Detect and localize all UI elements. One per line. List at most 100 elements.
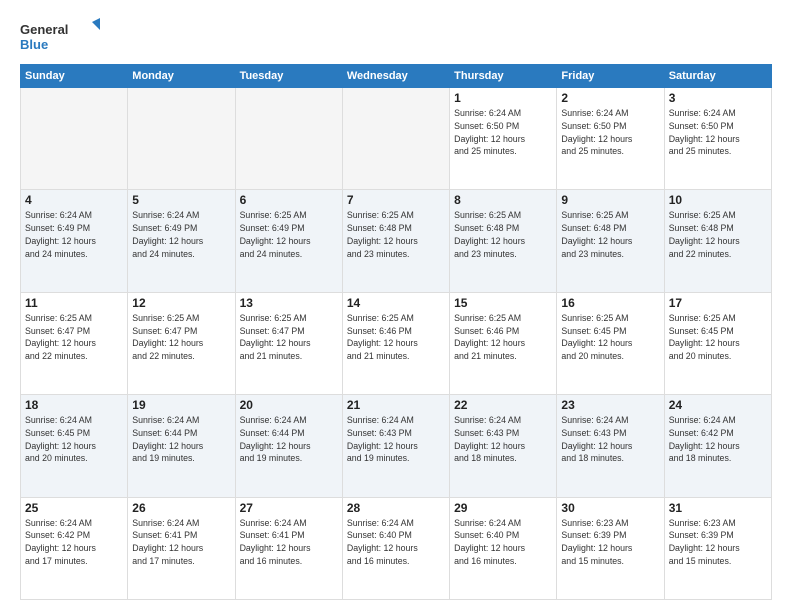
calendar-header-cell: Tuesday [235,65,342,88]
calendar-cell [128,88,235,190]
calendar-cell: 23 Sunrise: 6:24 AMSunset: 6:43 PMDayligh… [557,395,664,497]
day-info: Sunrise: 6:25 AMSunset: 6:48 PMDaylight:… [669,209,767,260]
day-info: Sunrise: 6:25 AMSunset: 6:49 PMDaylight:… [240,209,338,260]
day-number: 6 [240,193,338,207]
day-number: 26 [132,501,230,515]
logo: General Blue [20,18,100,56]
day-number: 12 [132,296,230,310]
day-info: Sunrise: 6:25 AMSunset: 6:46 PMDaylight:… [347,312,445,363]
calendar-row: 25Sunrise: 6:24 AMSunset: 6:42 PMDayligh… [21,497,772,599]
calendar-cell: 9 Sunrise: 6:25 AMSunset: 6:48 PMDaylight… [557,190,664,292]
calendar-cell: 24 Sunrise: 6:24 AMSunset: 6:42 PMDayligh… [664,395,771,497]
day-number: 4 [25,193,123,207]
day-info: Sunrise: 6:25 AMSunset: 6:45 PMDaylight:… [669,312,767,363]
calendar-cell: 1Sunrise: 6:24 AMSunset: 6:50 PMDaylight… [450,88,557,190]
calendar-header-row: SundayMondayTuesdayWednesdayThursdayFrid… [21,65,772,88]
calendar-cell: 14 Sunrise: 6:25 AMSunset: 6:46 PMDayligh… [342,292,449,394]
day-info: Sunrise: 6:24 AMSunset: 6:40 PMDaylight:… [347,517,445,568]
calendar-cell [235,88,342,190]
svg-text:General: General [20,22,68,37]
calendar-cell: 13Sunrise: 6:25 AMSunset: 6:47 PMDayligh… [235,292,342,394]
calendar-cell: 19Sunrise: 6:24 AMSunset: 6:44 PMDayligh… [128,395,235,497]
calendar-header-cell: Saturday [664,65,771,88]
day-number: 30 [561,501,659,515]
calendar-header-cell: Thursday [450,65,557,88]
calendar-header-cell: Friday [557,65,664,88]
day-number: 9 [561,193,659,207]
calendar-row: 11Sunrise: 6:25 AMSunset: 6:47 PMDayligh… [21,292,772,394]
day-number: 20 [240,398,338,412]
calendar-cell: 2 Sunrise: 6:24 AMSunset: 6:50 PMDaylight… [557,88,664,190]
calendar-cell: 16 Sunrise: 6:25 AMSunset: 6:45 PMDayligh… [557,292,664,394]
day-number: 5 [132,193,230,207]
day-info: Sunrise: 6:24 AMSunset: 6:49 PMDaylight:… [25,209,123,260]
calendar-cell [21,88,128,190]
day-number: 16 [561,296,659,310]
day-number: 18 [25,398,123,412]
day-info: Sunrise: 6:24 AMSunset: 6:45 PMDaylight:… [25,414,123,465]
calendar-cell: 7Sunrise: 6:25 AMSunset: 6:48 PMDaylight… [342,190,449,292]
day-info: Sunrise: 6:24 AMSunset: 6:50 PMDaylight:… [454,107,552,158]
day-info: Sunrise: 6:25 AMSunset: 6:48 PMDaylight:… [454,209,552,260]
calendar-row: 18 Sunrise: 6:24 AMSunset: 6:45 PMDayligh… [21,395,772,497]
day-info: Sunrise: 6:24 AMSunset: 6:41 PMDaylight:… [240,517,338,568]
calendar-body: 1Sunrise: 6:24 AMSunset: 6:50 PMDaylight… [21,88,772,600]
calendar-cell: 15 Sunrise: 6:25 AMSunset: 6:46 PMDayligh… [450,292,557,394]
day-info: Sunrise: 6:24 AMSunset: 6:40 PMDaylight:… [454,517,552,568]
day-info: Sunrise: 6:24 AMSunset: 6:43 PMDaylight:… [561,414,659,465]
calendar-cell: 20 Sunrise: 6:24 AMSunset: 6:44 PMDayligh… [235,395,342,497]
day-number: 13 [240,296,338,310]
calendar-table: SundayMondayTuesdayWednesdayThursdayFrid… [20,64,772,600]
day-info: Sunrise: 6:24 AMSunset: 6:43 PMDaylight:… [347,414,445,465]
calendar-cell: 27 Sunrise: 6:24 AMSunset: 6:41 PMDayligh… [235,497,342,599]
day-number: 19 [132,398,230,412]
calendar-cell: 30 Sunrise: 6:23 AMSunset: 6:39 PMDayligh… [557,497,664,599]
day-number: 29 [454,501,552,515]
day-info: Sunrise: 6:25 AMSunset: 6:48 PMDaylight:… [561,209,659,260]
day-number: 21 [347,398,445,412]
day-number: 17 [669,296,767,310]
day-number: 15 [454,296,552,310]
day-number: 11 [25,296,123,310]
calendar-cell: 12Sunrise: 6:25 AMSunset: 6:47 PMDayligh… [128,292,235,394]
day-number: 24 [669,398,767,412]
day-info: Sunrise: 6:24 AMSunset: 6:42 PMDaylight:… [25,517,123,568]
day-number: 28 [347,501,445,515]
calendar-cell [342,88,449,190]
calendar-cell: 8Sunrise: 6:25 AMSunset: 6:48 PMDaylight… [450,190,557,292]
calendar-cell: 25Sunrise: 6:24 AMSunset: 6:42 PMDayligh… [21,497,128,599]
calendar-cell: 26Sunrise: 6:24 AMSunset: 6:41 PMDayligh… [128,497,235,599]
day-info: Sunrise: 6:24 AMSunset: 6:50 PMDaylight:… [669,107,767,158]
calendar-cell: 29 Sunrise: 6:24 AMSunset: 6:40 PMDayligh… [450,497,557,599]
day-number: 31 [669,501,767,515]
calendar-cell: 28 Sunrise: 6:24 AMSunset: 6:40 PMDayligh… [342,497,449,599]
calendar-cell: 31 Sunrise: 6:23 AMSunset: 6:39 PMDayligh… [664,497,771,599]
calendar-cell: 3 Sunrise: 6:24 AMSunset: 6:50 PMDaylight… [664,88,771,190]
day-number: 2 [561,91,659,105]
day-number: 23 [561,398,659,412]
day-info: Sunrise: 6:24 AMSunset: 6:49 PMDaylight:… [132,209,230,260]
calendar-cell: 10 Sunrise: 6:25 AMSunset: 6:48 PMDayligh… [664,190,771,292]
header: General Blue [20,18,772,56]
day-number: 10 [669,193,767,207]
day-number: 3 [669,91,767,105]
day-info: Sunrise: 6:25 AMSunset: 6:46 PMDaylight:… [454,312,552,363]
day-info: Sunrise: 6:24 AMSunset: 6:43 PMDaylight:… [454,414,552,465]
calendar-cell: 22Sunrise: 6:24 AMSunset: 6:43 PMDayligh… [450,395,557,497]
page: General Blue SundayMondayTuesdayWednesda… [0,0,792,612]
day-info: Sunrise: 6:23 AMSunset: 6:39 PMDaylight:… [561,517,659,568]
calendar-row: 4 Sunrise: 6:24 AMSunset: 6:49 PMDaylight… [21,190,772,292]
calendar-cell: 5 Sunrise: 6:24 AMSunset: 6:49 PMDaylight… [128,190,235,292]
calendar-cell: 6 Sunrise: 6:25 AMSunset: 6:49 PMDaylight… [235,190,342,292]
day-number: 27 [240,501,338,515]
calendar-cell: 18 Sunrise: 6:24 AMSunset: 6:45 PMDayligh… [21,395,128,497]
day-info: Sunrise: 6:25 AMSunset: 6:45 PMDaylight:… [561,312,659,363]
logo-svg: General Blue [20,18,100,56]
day-info: Sunrise: 6:24 AMSunset: 6:44 PMDaylight:… [240,414,338,465]
calendar-cell: 17 Sunrise: 6:25 AMSunset: 6:45 PMDayligh… [664,292,771,394]
day-info: Sunrise: 6:23 AMSunset: 6:39 PMDaylight:… [669,517,767,568]
day-info: Sunrise: 6:24 AMSunset: 6:50 PMDaylight:… [561,107,659,158]
day-info: Sunrise: 6:24 AMSunset: 6:42 PMDaylight:… [669,414,767,465]
day-number: 14 [347,296,445,310]
day-info: Sunrise: 6:25 AMSunset: 6:48 PMDaylight:… [347,209,445,260]
